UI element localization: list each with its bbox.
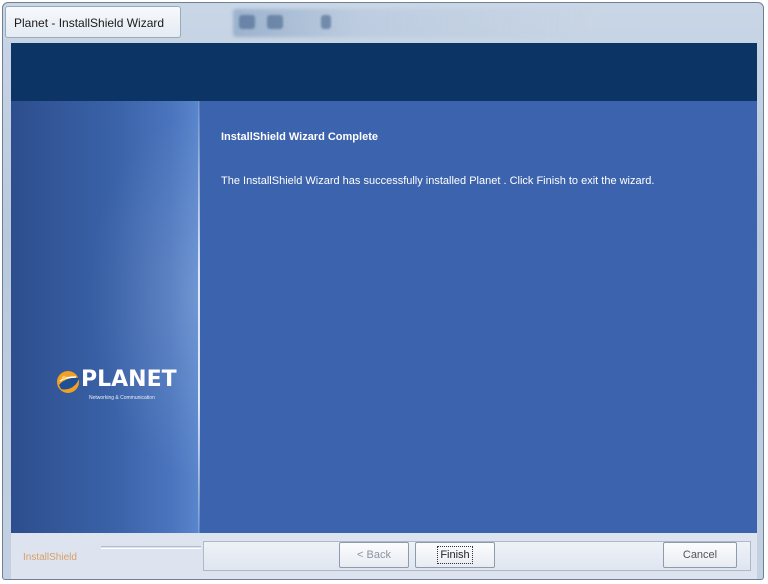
logo-wordmark: PLANET (81, 367, 177, 392)
blurred-app-icon (267, 15, 283, 29)
planet-logo: PLANET Networking & Communication (55, 365, 177, 405)
back-button-label: < Back (357, 549, 391, 561)
finish-button[interactable]: Finish (415, 542, 495, 568)
installer-window: Planet - InstallShield Wizard PLANET Net… (2, 2, 764, 580)
blurred-app-icon (321, 15, 331, 29)
finish-button-label: Finish (437, 546, 473, 564)
planet-globe-icon (57, 371, 79, 393)
footer-divider (101, 546, 201, 549)
background-taskbar-blur (233, 9, 593, 37)
panel-glow (11, 101, 199, 533)
blurred-app-icon (239, 15, 255, 29)
wizard-content: PLANET Networking & Communication Instal… (11, 43, 757, 533)
title-bar[interactable]: Planet - InstallShield Wizard (3, 3, 763, 43)
left-branding-panel: PLANET Networking & Communication (11, 101, 199, 533)
cancel-button-label: Cancel (682, 549, 718, 561)
title-tab: Planet - InstallShield Wizard (5, 6, 181, 38)
cancel-button[interactable]: Cancel (663, 542, 737, 568)
installshield-brand: InstallShield (23, 552, 77, 563)
window-title: Planet - InstallShield Wizard (14, 16, 165, 30)
back-button[interactable]: < Back (339, 542, 409, 568)
panel-divider (198, 101, 200, 533)
header-band (11, 43, 757, 101)
completion-message: The InstallShield Wizard has successfull… (221, 175, 655, 187)
completion-heading: InstallShield Wizard Complete (221, 131, 378, 143)
logo-tagline: Networking & Communication (89, 395, 155, 401)
